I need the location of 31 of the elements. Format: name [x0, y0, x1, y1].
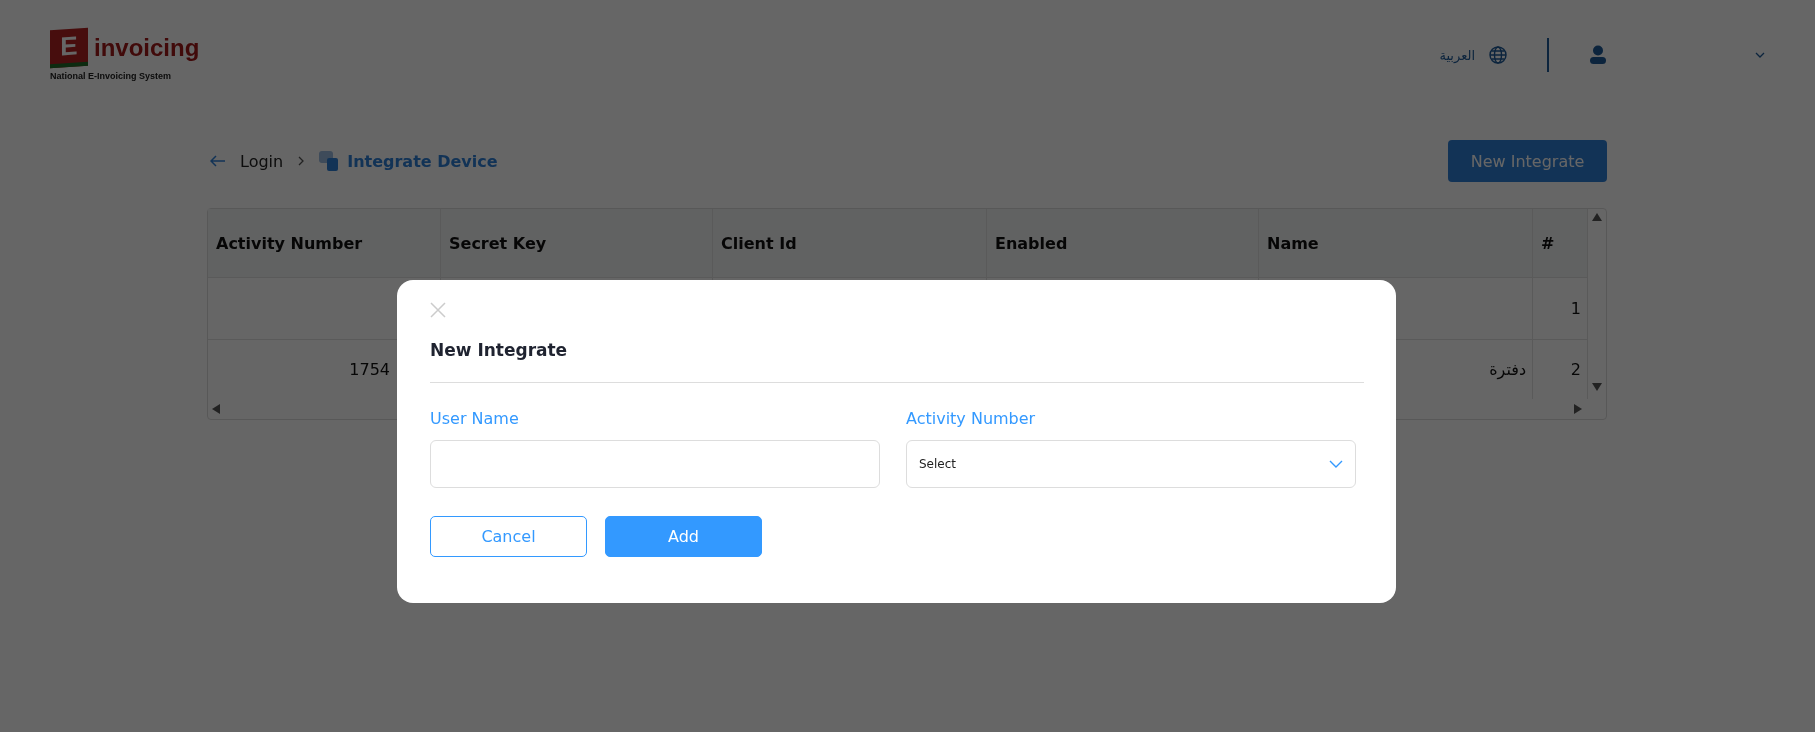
- field-label: Activity Number: [906, 409, 1037, 428]
- chevron-down-icon[interactable]: [1755, 52, 1765, 58]
- logo: E invoicing National E-Invoicing System: [50, 29, 200, 81]
- device-icon: [319, 151, 340, 171]
- close-icon[interactable]: [430, 302, 446, 318]
- column-header: Name: [1259, 209, 1533, 277]
- globe-icon[interactable]: [1489, 46, 1507, 64]
- scroll-down-icon[interactable]: [1592, 383, 1602, 393]
- language-link[interactable]: العربية: [1439, 47, 1475, 63]
- add-button[interactable]: Add: [605, 516, 762, 557]
- scroll-left-icon[interactable]: [212, 404, 222, 414]
- scroll-up-icon[interactable]: [1592, 213, 1602, 223]
- column-header: Enabled: [987, 209, 1259, 277]
- column-header: Client Id: [713, 209, 987, 277]
- chevron-down-icon: [1329, 460, 1343, 468]
- input-field[interactable]: [430, 440, 880, 488]
- breadcrumb-current: Integrate Device: [347, 151, 498, 171]
- table-cell: 1: [1533, 277, 1588, 339]
- new-integrate-button[interactable]: New Integrate: [1448, 140, 1607, 182]
- select-field[interactable]: Select: [906, 440, 1356, 488]
- scroll-right-icon[interactable]: [1574, 404, 1584, 414]
- back-arrow-icon[interactable]: [210, 155, 226, 167]
- breadcrumb-link[interactable]: Login: [240, 151, 284, 171]
- user-icon[interactable]: [1589, 45, 1607, 65]
- column-header: Secret Key: [441, 209, 713, 277]
- field-label: User Name: [430, 409, 520, 428]
- chevron-right-icon: [297, 156, 306, 166]
- column-header: Activity Number: [208, 209, 441, 277]
- cancel-button[interactable]: Cancel: [430, 516, 587, 557]
- table-cell: 2: [1533, 339, 1588, 399]
- column-header: #: [1533, 209, 1588, 277]
